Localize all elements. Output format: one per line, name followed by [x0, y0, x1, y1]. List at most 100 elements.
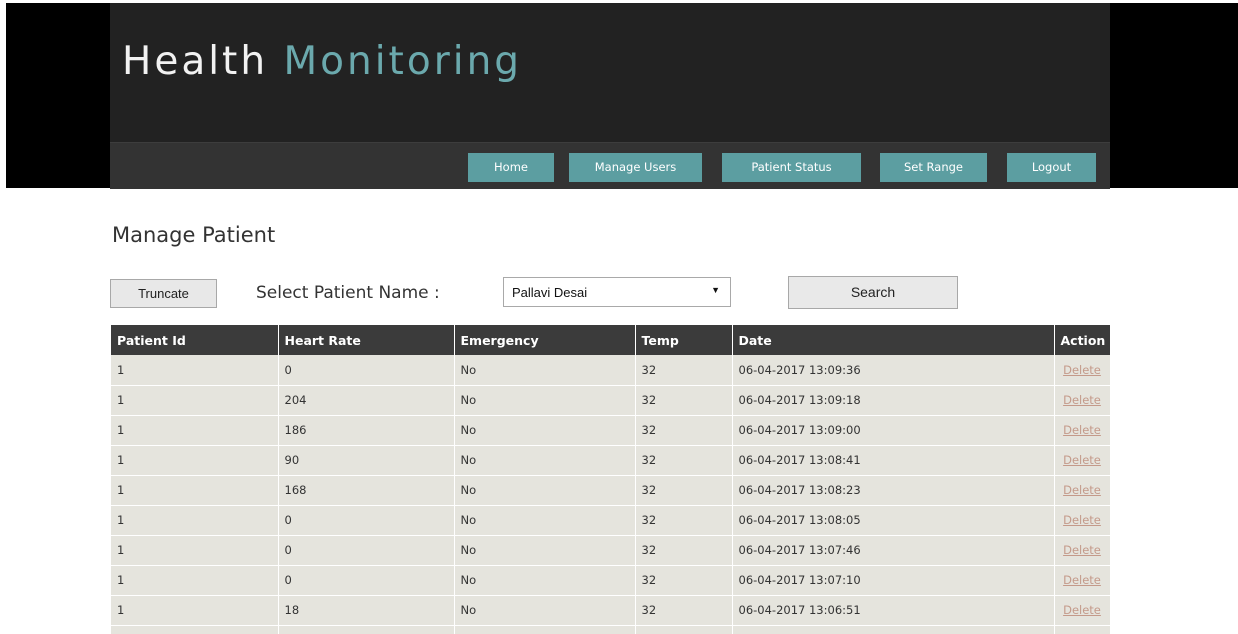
site-title-accent: Monitoring [283, 39, 523, 84]
table-header-row: Patient Id Heart Rate Emergency Temp Dat… [111, 325, 1110, 355]
nav-bar: Home Manage Users Patient Status Set Ran… [110, 142, 1110, 189]
cell-action: Delete [1054, 505, 1110, 536]
cell-emergency: No [454, 415, 636, 446]
cell-date: 06-04-2017 13:09:00 [732, 415, 1055, 446]
cell-emergency: No [454, 445, 636, 476]
patient-table: Patient Id Heart Rate Emergency Temp Dat… [111, 325, 1110, 634]
col-header-temp: Temp [635, 325, 733, 355]
delete-link[interactable]: Delete [1063, 423, 1101, 437]
cell-emergency: No [454, 535, 636, 566]
cell-empty [732, 625, 1055, 634]
delete-link[interactable]: Delete [1063, 513, 1101, 527]
cell-temp: 32 [635, 475, 733, 506]
cell-date: 06-04-2017 13:08:23 [732, 475, 1055, 506]
patient-select[interactable]: Pallavi Desai ▼ [503, 277, 731, 307]
cell-heart-rate: 0 [278, 565, 455, 596]
patient-select-value: Pallavi Desai [512, 285, 588, 300]
cell-patient-id: 1 [111, 355, 279, 386]
truncate-button[interactable]: Truncate [110, 279, 217, 308]
cell-empty [111, 625, 279, 634]
cell-action: Delete [1054, 355, 1110, 386]
cell-temp: 32 [635, 415, 733, 446]
cell-patient-id: 1 [111, 385, 279, 416]
cell-date: 06-04-2017 13:07:10 [732, 565, 1055, 596]
table-row: 1 186 No 32 06-04-2017 13:09:00 Delete [111, 415, 1110, 446]
cell-patient-id: 1 [111, 595, 279, 626]
table-row: 1 90 No 32 06-04-2017 13:08:41 Delete [111, 445, 1110, 476]
cell-patient-id: 1 [111, 415, 279, 446]
dropdown-arrow-icon: ▼ [711, 285, 720, 295]
delete-link[interactable]: Delete [1063, 393, 1101, 407]
cell-date: 06-04-2017 13:08:05 [732, 505, 1055, 536]
col-header-emergency: Emergency [454, 325, 636, 355]
cell-temp: 32 [635, 535, 733, 566]
delete-link[interactable]: Delete [1063, 363, 1101, 377]
patient-table-container: Patient Id Heart Rate Emergency Temp Dat… [111, 325, 1110, 634]
cell-patient-id: 1 [111, 535, 279, 566]
cell-date: 06-04-2017 13:07:46 [732, 535, 1055, 566]
cell-heart-rate: 90 [278, 445, 455, 476]
col-header-date: Date [732, 325, 1055, 355]
page-heading: Manage Patient [112, 223, 276, 247]
cell-temp: 32 [635, 595, 733, 626]
cell-patient-id: 1 [111, 565, 279, 596]
cell-action: Delete [1054, 475, 1110, 506]
cell-temp: 32 [635, 505, 733, 536]
cell-emergency: No [454, 475, 636, 506]
cell-action: Delete [1054, 415, 1110, 446]
cell-emergency: No [454, 385, 636, 416]
cell-action: Delete [1054, 595, 1110, 626]
cell-temp: 32 [635, 385, 733, 416]
table-row: 1 0 No 32 06-04-2017 13:07:46 Delete [111, 535, 1110, 566]
col-header-heart-rate: Heart Rate [278, 325, 455, 355]
cell-emergency: No [454, 355, 636, 386]
delete-link[interactable]: Delete [1063, 573, 1101, 587]
cell-empty [278, 625, 455, 634]
col-header-patient-id: Patient Id [111, 325, 279, 355]
cell-heart-rate: 0 [278, 505, 455, 536]
cell-temp: 32 [635, 355, 733, 386]
cell-empty [1054, 625, 1110, 634]
cell-action: Delete [1054, 535, 1110, 566]
table-row-partial [111, 625, 1110, 634]
select-patient-label: Select Patient Name : [256, 283, 440, 303]
cell-date: 06-04-2017 13:09:36 [732, 355, 1055, 386]
cell-emergency: No [454, 505, 636, 536]
cell-date: 06-04-2017 13:08:41 [732, 445, 1055, 476]
table-row: 1 204 No 32 06-04-2017 13:09:18 Delete [111, 385, 1110, 416]
cell-temp: 32 [635, 565, 733, 596]
nav-patient-status-button[interactable]: Patient Status [722, 153, 861, 182]
cell-patient-id: 1 [111, 505, 279, 536]
table-row: 1 168 No 32 06-04-2017 13:08:23 Delete [111, 475, 1110, 506]
header: Health Monitoring Home Manage Users Pati… [110, 3, 1110, 189]
table-row: 1 0 No 32 06-04-2017 13:07:10 Delete [111, 565, 1110, 596]
search-button[interactable]: Search [788, 276, 958, 309]
delete-link[interactable]: Delete [1063, 483, 1101, 497]
delete-link[interactable]: Delete [1063, 543, 1101, 557]
delete-link[interactable]: Delete [1063, 603, 1101, 617]
col-header-action: Action [1054, 325, 1110, 355]
cell-patient-id: 1 [111, 445, 279, 476]
cell-empty [635, 625, 733, 634]
cell-heart-rate: 18 [278, 595, 455, 626]
nav-set-range-button[interactable]: Set Range [880, 153, 987, 182]
cell-emergency: No [454, 565, 636, 596]
site-title-primary: Health [122, 39, 269, 84]
cell-patient-id: 1 [111, 475, 279, 506]
cell-heart-rate: 168 [278, 475, 455, 506]
nav-home-button[interactable]: Home [468, 153, 554, 182]
table-row: 1 18 No 32 06-04-2017 13:06:51 Delete [111, 595, 1110, 626]
cell-action: Delete [1054, 385, 1110, 416]
cell-heart-rate: 186 [278, 415, 455, 446]
nav-manage-users-button[interactable]: Manage Users [569, 153, 702, 182]
cell-action: Delete [1054, 445, 1110, 476]
site-title: Health Monitoring [122, 39, 522, 85]
nav-logout-button[interactable]: Logout [1007, 153, 1096, 182]
cell-temp: 32 [635, 445, 733, 476]
cell-date: 06-04-2017 13:06:51 [732, 595, 1055, 626]
cell-heart-rate: 0 [278, 355, 455, 386]
delete-link[interactable]: Delete [1063, 453, 1101, 467]
cell-emergency: No [454, 595, 636, 626]
cell-action: Delete [1054, 565, 1110, 596]
cell-heart-rate: 0 [278, 535, 455, 566]
